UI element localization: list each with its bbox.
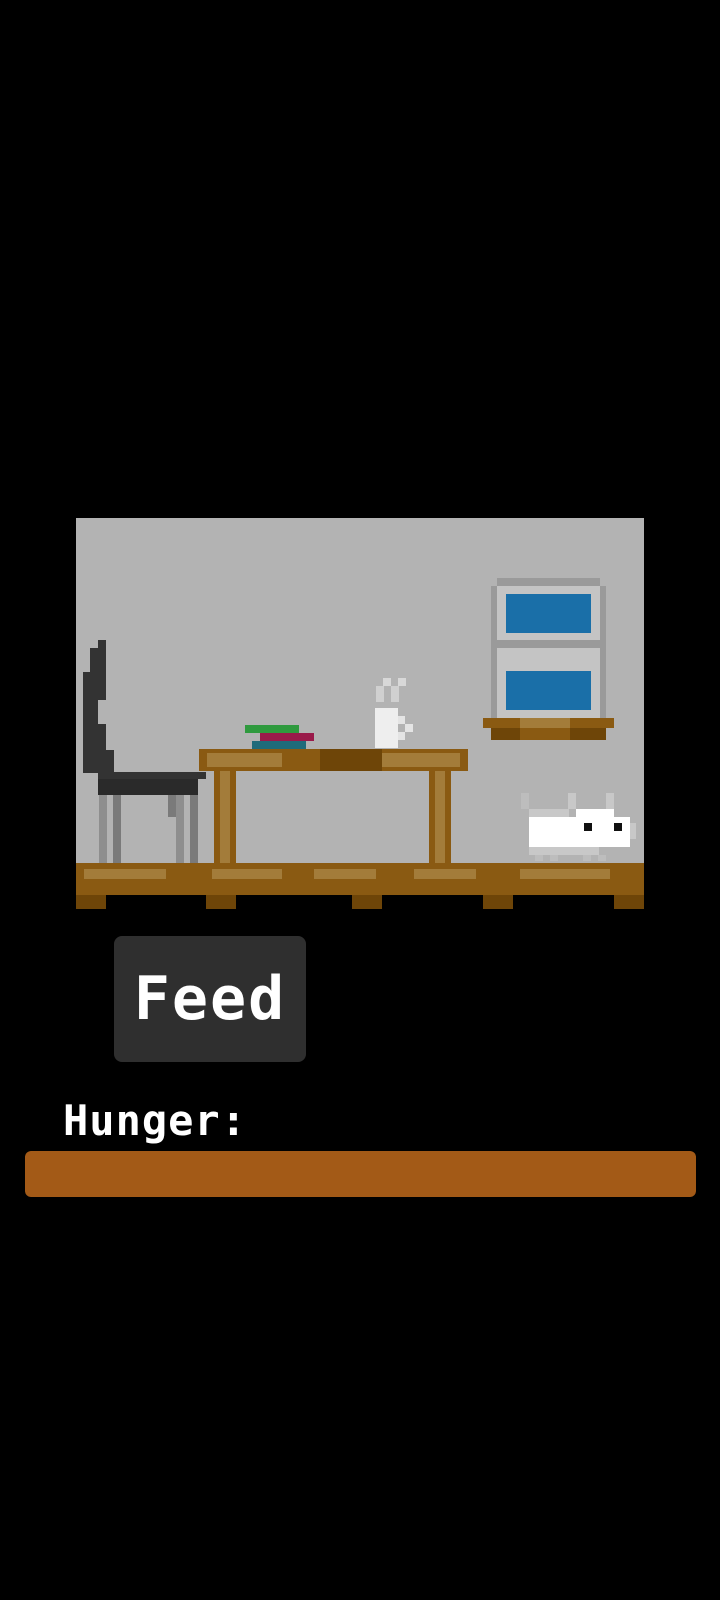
wooden-floor: [76, 863, 644, 909]
hunger-bar-fill: [25, 1151, 696, 1197]
window-shelf-icon: [483, 578, 614, 740]
room-scene: [0, 0, 720, 920]
feed-button[interactable]: Feed: [114, 936, 306, 1062]
hunger-label: Hunger:: [63, 1096, 248, 1145]
feed-button-label: Feed: [133, 964, 287, 1034]
hunger-bar: [25, 1151, 696, 1197]
